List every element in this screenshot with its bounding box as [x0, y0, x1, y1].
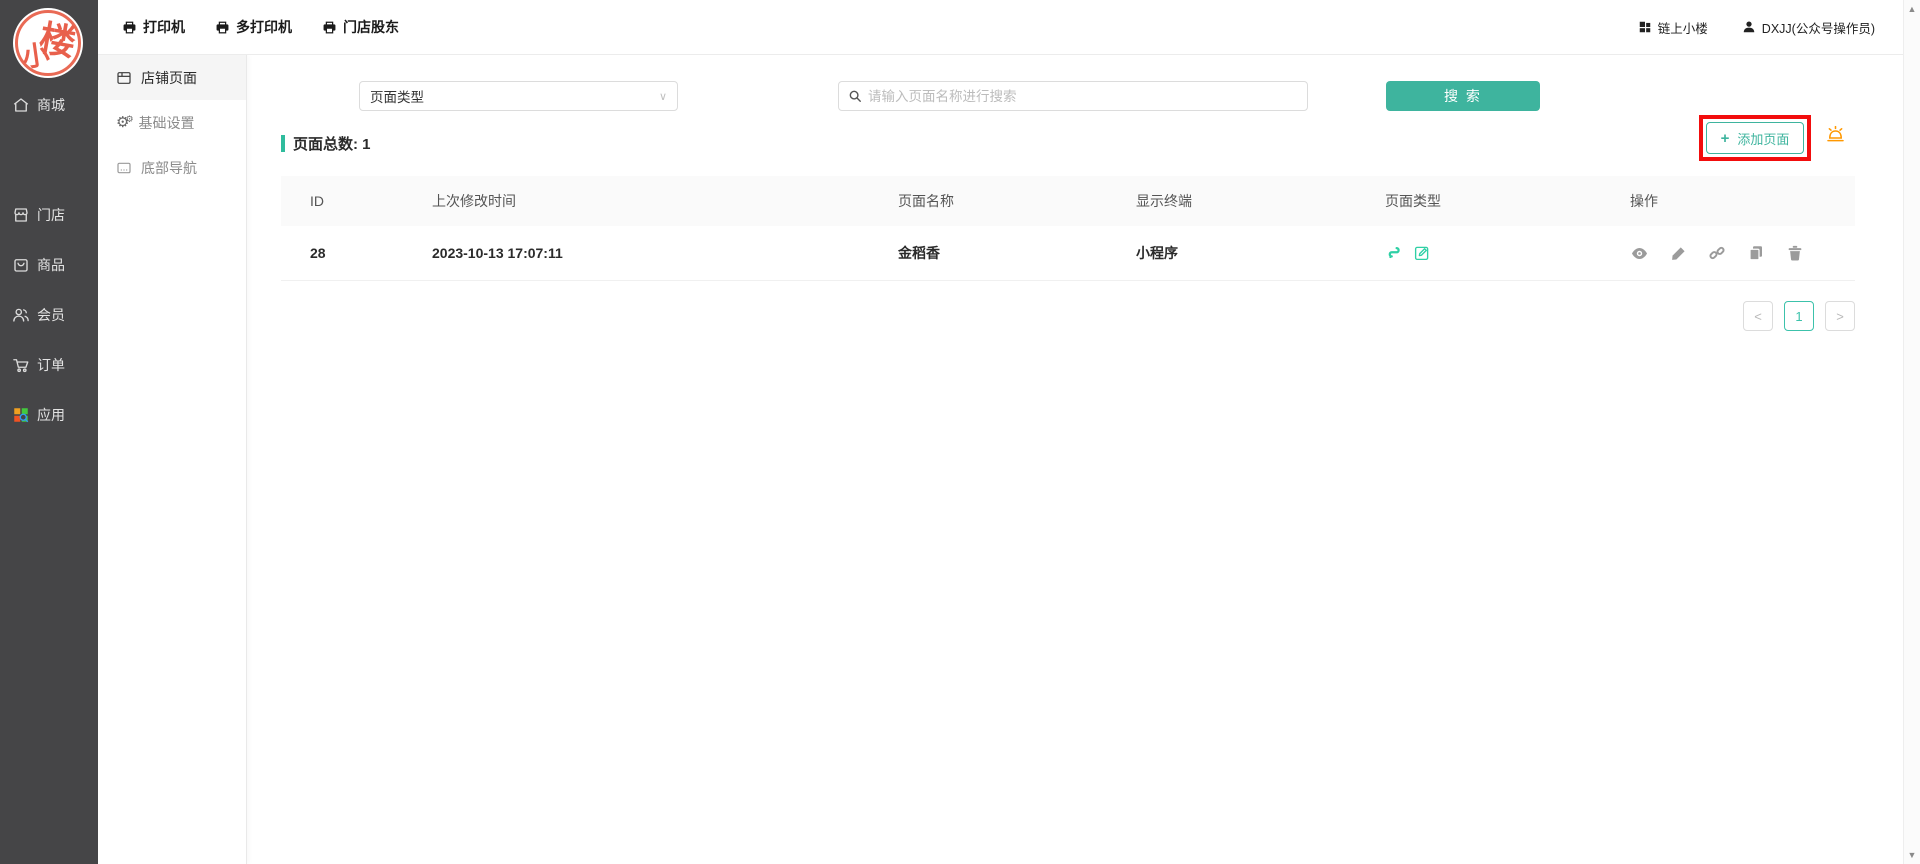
- grid-icon: [1638, 20, 1652, 34]
- accent-bar: [281, 135, 285, 152]
- col-header-actions: 操作: [1630, 191, 1855, 211]
- cart-icon: [12, 356, 30, 374]
- page-type-select[interactable]: 页面类型 ∨: [359, 81, 678, 111]
- browser-window-icon: [116, 70, 132, 86]
- cell-page-type: [1385, 244, 1630, 262]
- subnav-item-bottom-nav[interactable]: 底部导航: [98, 145, 246, 190]
- sidebar-item-label: 门店: [37, 205, 65, 225]
- bag-icon: [12, 256, 30, 274]
- user-name: DXJJ(公众号操作员): [1762, 18, 1875, 37]
- sidebar-item-store[interactable]: 门店: [0, 198, 98, 232]
- page-type-select-value: 页面类型: [370, 86, 424, 106]
- col-header-terminal: 显示终端: [1136, 191, 1385, 211]
- topnav-item-label: 门店股东: [343, 17, 399, 37]
- cell-actions: [1630, 244, 1855, 263]
- sidebar-item-label: 订单: [37, 355, 65, 375]
- topnav-item-store-shareholder[interactable]: 门店股东: [322, 17, 399, 37]
- sidebar-item-orders[interactable]: 订单: [0, 348, 98, 382]
- bottom-nav-icon: [116, 160, 132, 176]
- next-page-button[interactable]: >: [1825, 301, 1855, 331]
- printer-icon: [215, 20, 230, 35]
- sidebar-item-mall[interactable]: 商城: [0, 88, 98, 122]
- topnav: 打印机 多打印机 门店股东: [98, 17, 399, 37]
- subnav-item-label: 底部导航: [141, 158, 197, 178]
- col-header-type: 页面类型: [1385, 191, 1630, 211]
- table-header-row: ID 上次修改时间 页面名称 显示终端 页面类型 操作: [281, 176, 1855, 226]
- add-page-button[interactable]: + 添加页面: [1706, 122, 1804, 154]
- home-icon: [12, 96, 30, 114]
- cell-id: 28: [310, 245, 432, 261]
- search-field-wrap: [838, 81, 1308, 111]
- sidebar-item-apps[interactable]: 应用: [0, 398, 98, 432]
- storefront-icon: [12, 206, 30, 224]
- printer-icon: [322, 20, 337, 35]
- search-button[interactable]: 搜 索: [1386, 81, 1540, 111]
- delete-icon[interactable]: [1786, 244, 1804, 262]
- main-sidebar: 楼 小 商城 门店 商品 会员 订单 应用: [0, 0, 98, 864]
- sub-sidebar: 店铺页面 ⚙⚙ 基础设置 底部导航: [98, 55, 247, 864]
- chevron-down-icon: ∨: [659, 90, 667, 103]
- add-page-label: 添加页面: [1737, 129, 1789, 148]
- sidebar-item-members[interactable]: 会员: [0, 298, 98, 332]
- col-header-modified: 上次修改时间: [432, 191, 898, 211]
- vertical-scrollbar[interactable]: ▲ ▼: [1903, 0, 1920, 864]
- prev-page-button[interactable]: <: [1743, 301, 1773, 331]
- subnav-item-shop-pages[interactable]: 店铺页面: [98, 55, 246, 100]
- alarm-icon[interactable]: [1825, 124, 1846, 150]
- current-page-button[interactable]: 1: [1784, 301, 1814, 331]
- printer-icon: [122, 20, 137, 35]
- edit-pencil-icon[interactable]: [1670, 245, 1687, 262]
- sidebar-item-label: 应用: [37, 405, 65, 425]
- page-total-label: 页面总数: 1: [293, 133, 371, 154]
- topnav-item-printer[interactable]: 打印机: [122, 17, 185, 37]
- user-icon: [1742, 20, 1756, 34]
- logo-char-bottom: 小: [19, 32, 51, 74]
- topnav-item-label: 打印机: [143, 17, 185, 37]
- page-total-summary: 页面总数: 1: [281, 133, 371, 154]
- topbar-right: 链上小楼 DXJJ(公众号操作员): [1638, 18, 1903, 37]
- topnav-item-multi-printer[interactable]: 多打印机: [215, 17, 292, 37]
- brand-logo[interactable]: 楼 小: [13, 8, 83, 78]
- search-icon: [848, 89, 862, 103]
- col-header-name: 页面名称: [898, 191, 1136, 211]
- store-switcher[interactable]: 链上小楼: [1638, 18, 1708, 37]
- col-header-id: ID: [310, 193, 432, 209]
- subnav-item-label: 基础设置: [139, 113, 195, 133]
- store-name: 链上小楼: [1658, 18, 1708, 37]
- edit-square-icon[interactable]: [1413, 244, 1431, 262]
- sidebar-item-label: 商城: [37, 95, 65, 115]
- link-s-icon[interactable]: [1385, 244, 1403, 262]
- add-page-annotation-box: + 添加页面: [1699, 115, 1811, 161]
- pages-table: ID 上次修改时间 页面名称 显示终端 页面类型 操作 28 2023-10-1…: [281, 176, 1855, 281]
- main-content: 页面类型 ∨ 搜 索 页面总数: 1 + 添加页面 ID 上次修改时间: [247, 55, 1903, 864]
- apps-icon: [12, 406, 30, 424]
- topbar: 打印机 多打印机 门店股东 链上小楼 DXJJ(公众号操作员): [98, 0, 1903, 55]
- search-input[interactable]: [868, 89, 1298, 104]
- subnav-item-label: 店铺页面: [141, 68, 197, 88]
- sidebar-item-label: 会员: [37, 305, 65, 325]
- app-root: 楼 小 商城 门店 商品 会员 订单 应用: [0, 0, 1920, 864]
- cell-terminal: 小程序: [1136, 243, 1385, 263]
- subnav-item-basic-settings[interactable]: ⚙⚙ 基础设置: [98, 100, 246, 145]
- copy-icon[interactable]: [1747, 244, 1765, 262]
- gears-icon: ⚙⚙: [116, 115, 130, 130]
- sidebar-item-label: 商品: [37, 255, 65, 275]
- sidebar-item-goods[interactable]: 商品: [0, 248, 98, 282]
- plus-icon: +: [1721, 130, 1730, 147]
- cell-modified: 2023-10-13 17:07:11: [432, 245, 898, 261]
- scroll-down-icon[interactable]: ▼: [1904, 850, 1920, 860]
- pagination: < 1 >: [1743, 301, 1855, 331]
- scroll-up-icon[interactable]: ▲: [1904, 4, 1920, 14]
- topnav-item-label: 多打印机: [236, 17, 292, 37]
- table-row: 28 2023-10-13 17:07:11 金稻香 小程序: [281, 226, 1855, 281]
- members-icon: [12, 306, 30, 324]
- user-menu[interactable]: DXJJ(公众号操作员): [1742, 18, 1875, 37]
- view-icon[interactable]: [1630, 244, 1649, 263]
- link-icon[interactable]: [1708, 244, 1726, 262]
- cell-name: 金稻香: [898, 243, 1136, 263]
